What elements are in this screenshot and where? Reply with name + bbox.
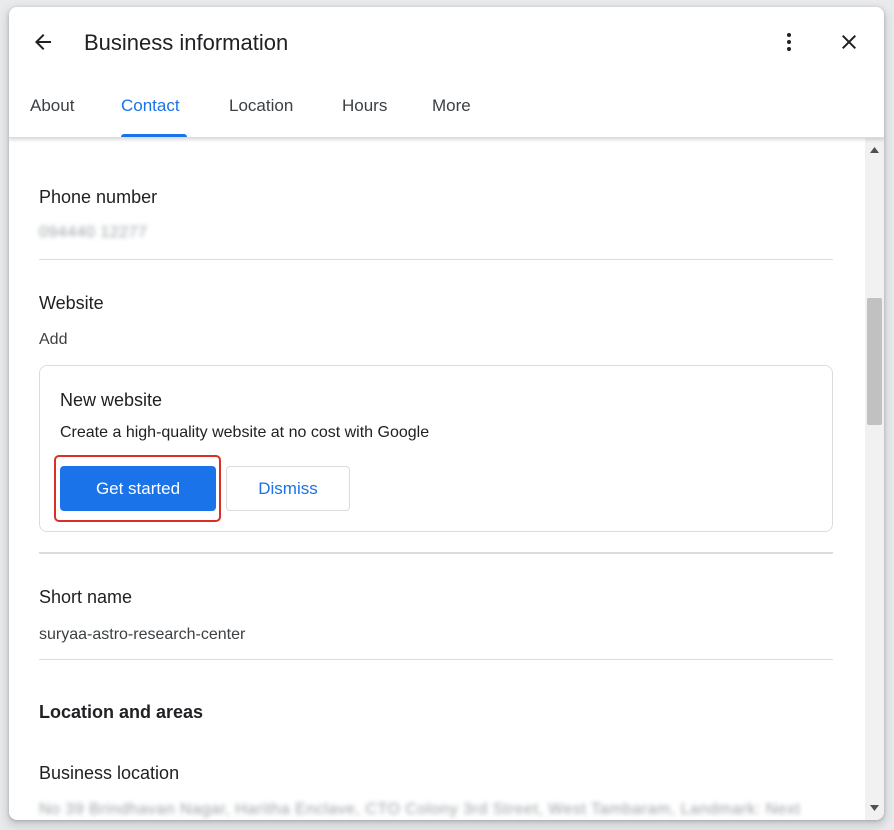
tab-contact[interactable]: Contact: [121, 83, 180, 137]
new-website-title: New website: [60, 390, 163, 410]
business-information-dialog: Business information About Contact Locat…: [9, 7, 884, 820]
scroll-down-arrow-icon: [870, 805, 879, 811]
divider: [39, 552, 833, 554]
new-website-card: New website Create a high-quality websit…: [39, 365, 833, 532]
active-tab-indicator: [121, 134, 187, 137]
phone-number-value[interactable]: 094440 12277: [39, 224, 147, 242]
scroll-up-button[interactable]: [865, 142, 884, 158]
scrollbar-thumb[interactable]: [867, 298, 882, 425]
website-label: Website: [39, 293, 104, 313]
tab-more[interactable]: More: [432, 83, 471, 137]
more-options-button[interactable]: [769, 22, 809, 62]
arrow-back-icon: [35, 34, 51, 50]
tab-hours[interactable]: Hours: [342, 83, 387, 137]
dialog-content: Phone number 094440 12277 Website Add Ne…: [9, 138, 865, 820]
tab-about[interactable]: About: [30, 83, 74, 137]
dialog-title: Business information: [84, 30, 289, 55]
more-vert-icon: [787, 33, 791, 51]
divider: [39, 659, 833, 660]
scrollbar[interactable]: [865, 138, 884, 820]
close-button[interactable]: [829, 22, 869, 62]
tab-bar: About Contact Location Hours More: [9, 83, 884, 137]
tab-location[interactable]: Location: [229, 83, 293, 137]
business-location-value[interactable]: No 39 Brindhavan Nagar, Haritha Enclave,…: [39, 801, 833, 819]
divider: [39, 259, 833, 260]
close-icon: [842, 35, 856, 49]
dismiss-button[interactable]: Dismiss: [226, 466, 350, 511]
new-website-description: Create a high-quality website at no cost…: [60, 424, 430, 441]
scroll-down-button[interactable]: [865, 800, 884, 816]
short-name-value[interactable]: suryaa-astro-research-center: [39, 626, 245, 644]
location-areas-heading: Location and areas: [39, 702, 204, 722]
get-started-button[interactable]: Get started: [60, 466, 216, 511]
website-add-link[interactable]: Add: [39, 331, 67, 349]
phone-number-label: Phone number: [39, 187, 158, 207]
back-button[interactable]: [23, 22, 63, 62]
short-name-label: Short name: [39, 587, 133, 607]
scroll-up-arrow-icon: [870, 147, 879, 153]
business-location-label: Business location: [39, 763, 180, 783]
dialog-header: Business information About Contact Locat…: [9, 7, 884, 138]
